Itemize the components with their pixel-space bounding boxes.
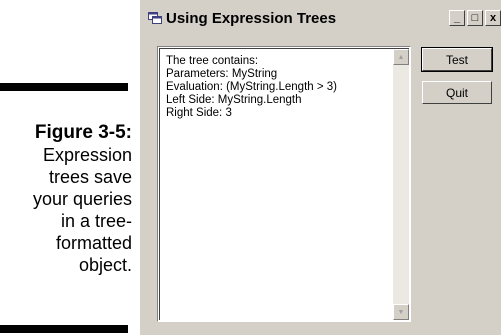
output-line: Right Side: 3 — [166, 107, 232, 119]
quit-button[interactable]: Quit — [422, 81, 492, 104]
scroll-down-icon: ▼ — [397, 308, 405, 316]
test-button[interactable]: Test — [421, 47, 493, 72]
output-line: The tree contains: — [166, 55, 259, 67]
caption-line: trees save — [48, 167, 132, 187]
scroll-up-icon: ▲ — [397, 53, 405, 61]
output-textbox[interactable]: The tree contains: Parameters: MyString … — [157, 46, 411, 322]
vertical-scrollbar[interactable]: ▲ ▼ — [393, 49, 409, 320]
maximize-icon: □ — [471, 11, 479, 24]
caption-line: formatted — [55, 233, 132, 253]
figure-caption: Figure 3-5: Expression trees save your q… — [0, 122, 132, 276]
output-line: Parameters: MyString — [166, 68, 278, 80]
window-controls: _ □ x — [447, 10, 501, 28]
app-window: Using Expression Trees _ □ x The tree co… — [140, 0, 501, 335]
output-line: Evaluation: (MyString.Length > 3) — [166, 81, 337, 93]
caption-line: in a tree- — [60, 211, 132, 231]
textbox-frame: The tree contains: Parameters: MyString … — [159, 48, 409, 320]
window-title: Using Expression Trees — [166, 10, 337, 27]
output-lines: The tree contains: Parameters: MyString … — [166, 55, 391, 120]
caption-line: Expression — [42, 145, 132, 165]
caption-line: object. — [78, 255, 132, 275]
close-button[interactable]: x — [485, 10, 501, 26]
figure-label: Figure 3-5: — [34, 122, 132, 143]
title-bar[interactable]: Using Expression Trees _ □ x — [140, 0, 501, 38]
close-icon: x — [489, 11, 497, 24]
scroll-up-button[interactable]: ▲ — [393, 49, 409, 65]
caption-rule-top — [0, 83, 128, 91]
minimize-icon: _ — [453, 11, 461, 24]
minimize-button[interactable]: _ — [449, 10, 465, 26]
caption-line: your queries — [32, 189, 132, 209]
output-line: Left Side: MyString.Length — [166, 94, 302, 106]
maximize-button[interactable]: □ — [467, 10, 483, 26]
scroll-down-button[interactable]: ▼ — [393, 304, 409, 320]
app-window-icon — [148, 12, 162, 24]
caption-rule-bottom — [0, 325, 128, 333]
